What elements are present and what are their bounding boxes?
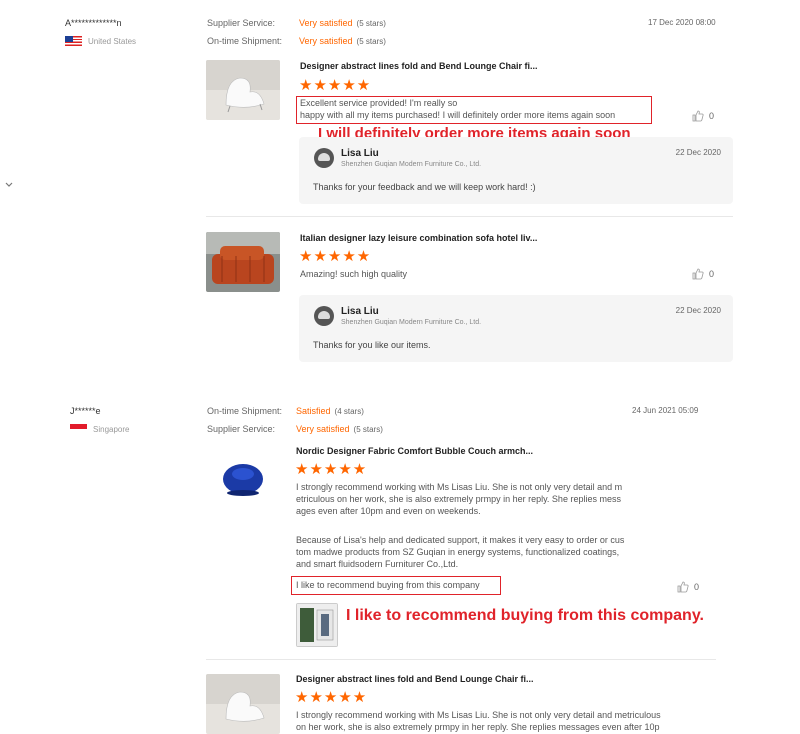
review-photo[interactable]: [296, 603, 338, 647]
star-rating: ★★★★★: [299, 77, 372, 94]
thumbs-up-icon: [692, 110, 704, 122]
like-button[interactable]: 0: [692, 110, 714, 122]
reply-date: 22 Dec 2020: [675, 148, 721, 157]
annotation-overlay: I like to recommend buying from this com…: [346, 607, 704, 624]
rating-value: Very satisfied (5 stars): [296, 424, 383, 434]
rating-value: Very satisfied (5 stars): [299, 18, 386, 28]
divider: [206, 659, 716, 660]
like-button[interactable]: 0: [692, 268, 714, 280]
country-label: Singapore: [93, 424, 130, 434]
supplier-reply: Lisa Liu Shenzhen Guqian Modern Furnitur…: [299, 137, 733, 204]
rating-label: Supplier Service:: [207, 424, 276, 434]
reply-message: Thanks for your feedback and we will kee…: [313, 182, 536, 192]
product-thumbnail[interactable]: [206, 232, 280, 292]
product-thumbnail[interactable]: [206, 60, 280, 120]
reply-date: 22 Dec 2020: [675, 306, 721, 315]
star-rating: ★★★★★: [295, 461, 368, 478]
rating-value: Satisfied (4 stars): [296, 406, 364, 416]
product-title[interactable]: Designer abstract lines fold and Bend Lo…: [300, 61, 538, 71]
divider: [206, 216, 733, 217]
us-flag-icon: [65, 36, 82, 46]
like-count: 0: [709, 111, 715, 121]
rating-label: Supplier Service:: [207, 18, 276, 28]
chevron-down-icon[interactable]: [5, 180, 13, 187]
product-thumbnail[interactable]: [206, 446, 280, 506]
review-text: I strongly recommend working with Ms Lis…: [296, 482, 623, 516]
supplier-name: Lisa Liu: [341, 306, 379, 317]
product-thumbnail[interactable]: [206, 674, 280, 734]
reply-message: Thanks for you like our items.: [313, 340, 431, 350]
review-date: 17 Dec 2020 08:00: [648, 18, 716, 27]
reviewer-name: A*************n: [65, 18, 122, 28]
rating-value: Very satisfied (5 stars): [299, 36, 386, 46]
reviewer-country: Singapore: [70, 424, 129, 434]
thumbs-up-icon: [677, 581, 689, 593]
supplier-avatar: [314, 306, 334, 326]
rating-label: On-time Shipment:: [207, 36, 283, 46]
review-text: Excellent service provided! I'm really s…: [300, 98, 616, 120]
review-text: Amazing! such high quality: [300, 269, 408, 279]
country-label: United States: [88, 36, 137, 46]
product-title[interactable]: Designer abstract lines fold and Bend Lo…: [296, 674, 534, 684]
supplier-name: Lisa Liu: [341, 148, 379, 159]
like-button[interactable]: 0: [677, 581, 699, 593]
reviewer-name: J******e: [70, 406, 101, 416]
supplier-avatar: [314, 148, 334, 168]
highlighted-review-text: I like to recommend buying from this com…: [296, 580, 480, 590]
review-text-continued: Because of Lisa's help and dedicated sup…: [296, 535, 625, 569]
thumbs-up-icon: [692, 268, 704, 280]
product-title[interactable]: Italian designer lazy leisure combinatio…: [300, 233, 537, 243]
like-count: 0: [709, 269, 715, 279]
review-date: 24 Jun 2021 05:09: [632, 406, 699, 415]
supplier-reply: Lisa Liu Shenzhen Guqian Modern Furnitur…: [299, 295, 733, 362]
product-title[interactable]: Nordic Designer Fabric Comfort Bubble Co…: [296, 446, 533, 456]
reviewer-country: United States: [65, 36, 136, 46]
review-text: I strongly recommend working with Ms Lis…: [296, 710, 661, 732]
supplier-company: Shenzhen Guqian Modern Furniture Co., Lt…: [341, 161, 482, 168]
star-rating: ★★★★★: [299, 248, 372, 265]
rating-label: On-time Shipment:: [207, 406, 283, 416]
star-rating: ★★★★★: [295, 689, 368, 706]
sg-flag-icon: [70, 424, 87, 434]
supplier-company: Shenzhen Guqian Modern Furniture Co., Lt…: [341, 319, 482, 326]
like-count: 0: [694, 582, 700, 592]
